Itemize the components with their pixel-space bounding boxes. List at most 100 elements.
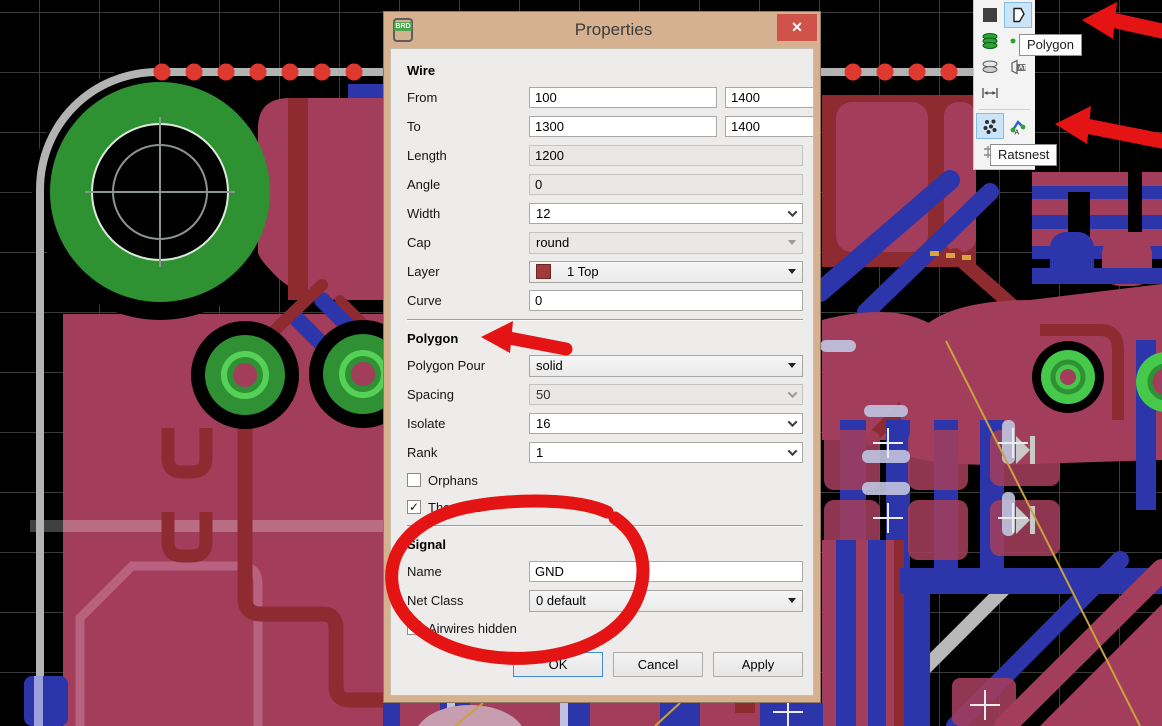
length-row: Length [407, 145, 803, 166]
chevron-down-icon [787, 446, 798, 457]
thermals-row: ✓ Thermals [407, 498, 803, 516]
to-row: To [407, 116, 813, 137]
chevron-down-icon [787, 388, 798, 399]
curve-row: Curve [407, 290, 803, 311]
width-combobox[interactable]: 12 [529, 203, 803, 224]
ratsnest-tooltip: Ratsnest [990, 144, 1058, 166]
net-class-label: Net Class [407, 593, 464, 608]
chevron-down-icon [787, 207, 798, 218]
to-x-input[interactable] [529, 116, 717, 137]
layer-color-swatch [536, 264, 551, 279]
polygon-pour-value: solid [536, 358, 563, 373]
rank-label: Rank [407, 445, 438, 460]
wire-section-header: Wire [407, 63, 436, 78]
dialog-buttons: OK Cancel Apply [513, 652, 803, 677]
section-separator-2 [407, 525, 803, 527]
signal-name-input[interactable] [529, 561, 803, 582]
from-y-input[interactable] [725, 87, 813, 108]
net-class-dropdown[interactable]: 0 default [529, 589, 803, 612]
isolate-label: Isolate [407, 416, 446, 431]
angle-row: Angle [407, 174, 803, 195]
airwires-hidden-row: Airwires hidden [407, 619, 803, 637]
layer-label: Layer [407, 264, 440, 279]
polygon-pour-label: Polygon Pour [407, 358, 486, 373]
layer-row: Layer 1 Top [407, 260, 803, 283]
airwires-hidden-label: Airwires hidden [428, 620, 517, 636]
chevron-down-icon [787, 417, 798, 428]
polygon-section-header: Polygon [407, 331, 459, 346]
spacing-value: 50 [536, 387, 551, 402]
dialog-title: Properties [574, 20, 653, 39]
section-separator [407, 319, 803, 321]
svg-text:A: A [1015, 130, 1020, 136]
curve-label: Curve [407, 293, 442, 308]
dialog-content: Wire From To Length Angle [390, 48, 814, 696]
eagle-board-editor: AT A Polygon Ratsnest BRD Properties ✕ W… [0, 0, 1162, 726]
cap-row: Cap round [407, 231, 803, 254]
rank-value: 1 [536, 445, 544, 460]
triangle-down-icon [788, 269, 796, 274]
board-file-icon: BRD [393, 18, 413, 42]
polygon-tooltip: Polygon [1019, 34, 1082, 56]
close-icon[interactable]: ✕ [777, 14, 817, 41]
rank-row: Rank 1 [407, 442, 803, 463]
net-class-value: 0 default [536, 593, 586, 608]
angle-field [529, 174, 803, 195]
width-row: Width 12 [407, 203, 803, 224]
orphans-row: Orphans [407, 471, 803, 489]
length-label: Length [407, 148, 447, 163]
curve-input[interactable] [529, 290, 803, 311]
isolate-value: 16 [536, 416, 551, 431]
cap-dropdown: round [529, 231, 803, 254]
signal-section-header: Signal [407, 537, 447, 552]
thermals-label: Thermals [428, 499, 483, 515]
width-value: 12 [536, 206, 551, 221]
apply-button[interactable]: Apply [713, 652, 803, 677]
polygon-pour-dropdown[interactable]: solid [529, 354, 803, 377]
polygon-tool-icon[interactable] [1004, 2, 1032, 28]
spacing-label: Spacing [407, 387, 454, 402]
route-airwire-tool-icon[interactable]: A [1004, 113, 1032, 139]
spacing-combobox: 50 [529, 384, 803, 405]
rank-combobox[interactable]: 1 [529, 442, 803, 463]
properties-dialog: BRD Properties ✕ Wire From To L [383, 11, 821, 703]
to-y-input[interactable] [725, 116, 813, 137]
name-row: Name [407, 561, 803, 582]
length-field [529, 145, 803, 166]
triangle-down-icon [788, 240, 796, 245]
ok-button[interactable]: OK [513, 652, 603, 677]
label-tool-icon[interactable]: AT [1004, 54, 1032, 80]
isolate-row: Isolate 16 [407, 413, 803, 434]
cap-label: Cap [407, 235, 431, 250]
layer-dropdown[interactable]: 1 Top [529, 260, 803, 283]
rectangle-tool-icon[interactable] [976, 2, 1004, 28]
to-label: To [407, 119, 421, 134]
net-class-row: Net Class 0 default [407, 589, 803, 612]
dimension-tool-icon[interactable] [976, 80, 1004, 106]
orphans-label: Orphans [428, 472, 478, 488]
via-tool-icon[interactable] [976, 28, 1004, 54]
width-label: Width [407, 206, 441, 221]
checkmark-icon: ✓ [408, 500, 420, 514]
toolbar-separator [979, 109, 1030, 110]
hole-tool-icon[interactable] [976, 54, 1004, 80]
dialog-titlebar[interactable]: BRD Properties ✕ [390, 12, 817, 48]
from-label: From [407, 90, 438, 105]
ratsnest-tool-icon[interactable] [976, 113, 1004, 139]
layer-value: 1 Top [567, 264, 599, 279]
name-label: Name [407, 564, 442, 579]
airwires-hidden-checkbox[interactable] [407, 621, 421, 635]
from-x-input[interactable] [529, 87, 717, 108]
orphans-checkbox[interactable] [407, 473, 421, 487]
angle-label: Angle [407, 177, 441, 192]
from-row: From [407, 87, 813, 108]
polygon-pour-row: Polygon Pour solid [407, 354, 803, 377]
triangle-down-icon [788, 598, 796, 603]
spacing-row: Spacing 50 [407, 384, 803, 405]
svg-text:AT: AT [1019, 65, 1027, 72]
thermals-checkbox[interactable]: ✓ [407, 500, 421, 514]
cap-value: round [536, 235, 570, 250]
cancel-button[interactable]: Cancel [613, 652, 703, 677]
isolate-combobox[interactable]: 16 [529, 413, 803, 434]
triangle-down-icon [788, 363, 796, 368]
